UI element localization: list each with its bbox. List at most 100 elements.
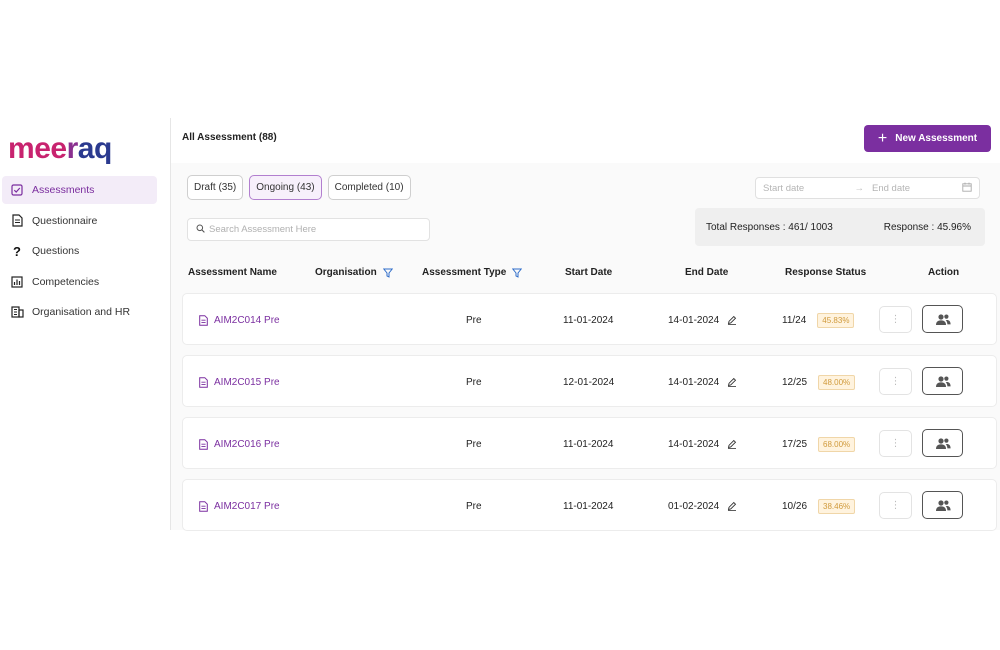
start-date-field[interactable]: Start date: [763, 183, 804, 194]
col-action: Action: [928, 267, 959, 278]
column-label: Response Status: [785, 267, 867, 278]
column-label: End Date: [685, 267, 729, 278]
assessment-name-link[interactable]: AIM2C015 Pre: [199, 356, 280, 408]
page-title: All Assessment (88): [182, 132, 277, 143]
assessment-type: Pre: [466, 314, 482, 326]
vertical-dots-icon: ⋮: [890, 314, 901, 325]
search-input[interactable]: Search Assessment Here: [187, 218, 430, 241]
sidebar: meeraq Assessments Questionnaire ? Quest…: [0, 118, 171, 530]
vertical-dots-icon: ⋮: [890, 438, 901, 449]
clipboard-check-icon: [10, 183, 24, 197]
sidebar-item-organisation-and-hr[interactable]: Organisation and HR: [2, 298, 157, 326]
end-date-cell: 14-01-2024: [668, 418, 737, 470]
vertical-dots-icon: ⋮: [890, 500, 901, 511]
participants-button[interactable]: [922, 305, 963, 333]
edit-pencil-icon[interactable]: [727, 377, 737, 387]
sidebar-item-label: Questions: [32, 245, 80, 257]
sidebar-item-label: Questionnaire: [32, 214, 98, 227]
tab-ongoing[interactable]: Ongoing (43): [249, 175, 322, 200]
main-content: All Assessment (88) + New Assessment Dra…: [171, 118, 1000, 532]
response-rate: Response : 45.96%: [883, 221, 971, 233]
participants-button[interactable]: [922, 429, 963, 457]
sidebar-item-competencies[interactable]: Competencies: [2, 268, 157, 296]
people-icon: [935, 437, 951, 449]
table-row: AIM2C015 Pre Pre 12-01-2024 14-01-2024 1…: [182, 355, 997, 407]
more-options-button[interactable]: ⋮: [879, 368, 912, 395]
end-date-cell: 01-02-2024: [668, 480, 737, 532]
response-status: 10/26 38.46%: [782, 480, 856, 532]
people-icon: [935, 313, 951, 325]
col-assessment-type: Assessment Type: [422, 267, 523, 278]
participants-button[interactable]: [922, 491, 963, 519]
start-date: 11-01-2024: [563, 314, 614, 326]
end-date: 14-01-2024: [668, 314, 720, 326]
response-status: 11/24 45.83%: [782, 294, 855, 346]
edit-pencil-icon[interactable]: [727, 315, 737, 325]
document-icon: [199, 500, 208, 512]
sidebar-item-label: Organisation and HR: [32, 306, 131, 318]
column-label: Organisation: [315, 267, 377, 278]
vertical-dots-icon: ⋮: [890, 376, 901, 387]
column-label: Assessment Name: [188, 267, 277, 278]
meeraq-logo: meeraq: [8, 132, 112, 165]
sidebar-nav: Assessments Questionnaire ? Questions Co…: [2, 176, 157, 329]
col-response-status: Response Status: [785, 267, 866, 278]
col-end-date: End Date: [685, 267, 728, 278]
new-assessment-label: New Assessment: [895, 133, 978, 144]
calendar-icon[interactable]: [962, 182, 972, 195]
filter-icon[interactable]: [512, 268, 523, 278]
document-icon: [199, 438, 208, 450]
assessment-panel: Draft (35) Ongoing (43) Completed (10) S…: [171, 163, 1000, 532]
more-options-button[interactable]: ⋮: [879, 492, 912, 519]
sidebar-item-questionnaire[interactable]: Questionnaire: [2, 207, 157, 235]
response-count: 17/25: [782, 438, 808, 450]
more-options-button[interactable]: ⋮: [879, 306, 912, 333]
column-label: Assessment Type: [422, 267, 507, 278]
sidebar-item-questions[interactable]: ? Questions: [2, 237, 157, 265]
sidebar-item-assessments[interactable]: Assessments: [2, 176, 157, 204]
more-options-button[interactable]: ⋮: [879, 430, 912, 457]
new-assessment-button[interactable]: + New Assessment: [864, 125, 991, 152]
assessment-name-link[interactable]: AIM2C017 Pre: [199, 480, 280, 532]
date-range-picker[interactable]: Start date → End date: [755, 177, 980, 199]
response-status: 12/25 48.00%: [782, 356, 856, 408]
sidebar-item-label: Competencies: [32, 275, 100, 288]
edit-pencil-icon[interactable]: [727, 501, 737, 511]
column-label: Start Date: [565, 267, 613, 278]
end-date-cell: 14-01-2024: [668, 356, 737, 408]
col-start-date: Start Date: [565, 267, 612, 278]
participants-button[interactable]: [922, 367, 963, 395]
tab-draft[interactable]: Draft (35): [187, 175, 244, 200]
document-icon: [10, 214, 24, 228]
tab-completed[interactable]: Completed (10): [327, 175, 411, 200]
app-window: meeraq Assessments Questionnaire ? Quest…: [0, 118, 1000, 532]
response-percent-badge: 38.46%: [818, 498, 856, 514]
start-date: 11-01-2024: [563, 500, 614, 512]
plus-icon: +: [877, 129, 888, 147]
edit-pencil-icon[interactable]: [727, 439, 737, 449]
col-assessment-name: Assessment Name: [188, 267, 277, 278]
question-mark-icon: ?: [13, 243, 21, 259]
response-percent-badge: 45.83%: [817, 312, 855, 328]
assessment-type: Pre: [466, 500, 482, 512]
filter-icon[interactable]: [382, 268, 393, 278]
total-responses: Total Responses : 461/ 1003: [706, 221, 833, 233]
end-date-field[interactable]: End date: [872, 183, 962, 194]
response-count: 11/24: [782, 314, 807, 326]
date-range-arrow-icon: →: [854, 182, 865, 194]
column-label: Action: [928, 267, 960, 278]
search-icon: [196, 224, 205, 236]
assessment-name-link[interactable]: AIM2C016 Pre: [199, 418, 280, 470]
document-icon: [199, 376, 208, 388]
assessment-name: AIM2C014 Pre: [214, 314, 280, 326]
building-icon: [10, 305, 24, 319]
assessment-type: Pre: [466, 376, 482, 388]
end-date: 01-02-2024: [668, 500, 720, 512]
col-organisation: Organisation: [315, 267, 393, 278]
response-status: 17/25 68.00%: [782, 418, 856, 470]
assessment-name-link[interactable]: AIM2C014 Pre: [199, 294, 280, 346]
response-count: 12/25: [782, 376, 808, 388]
assessment-name: AIM2C016 Pre: [214, 438, 280, 450]
status-tabs: Draft (35) Ongoing (43) Completed (10): [187, 175, 411, 200]
start-date: 12-01-2024: [563, 376, 615, 388]
